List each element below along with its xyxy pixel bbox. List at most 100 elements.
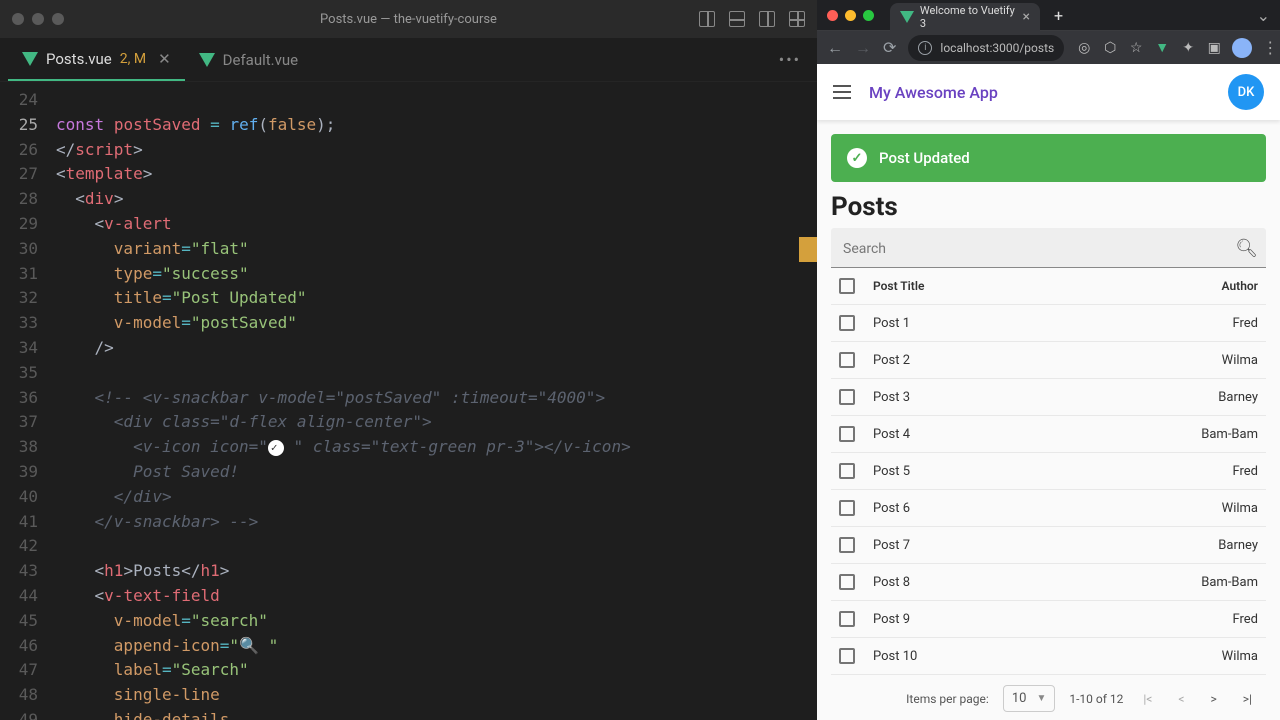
new-tab-button[interactable]: +: [1048, 6, 1069, 25]
row-checkbox[interactable]: [839, 574, 855, 590]
window-close-icon[interactable]: [827, 10, 838, 21]
row-checkbox[interactable]: [839, 315, 855, 331]
row-author: Fred: [1232, 316, 1258, 331]
tab-close-icon[interactable]: ×: [1023, 9, 1030, 25]
address-bar[interactable]: i localhost:3000/posts: [908, 35, 1064, 61]
code-line[interactable]: [56, 361, 817, 386]
row-checkbox[interactable]: [839, 500, 855, 516]
code-line[interactable]: [56, 88, 817, 113]
ext-icon[interactable]: ◎: [1076, 40, 1092, 56]
row-checkbox[interactable]: [839, 648, 855, 664]
code-line[interactable]: <v-text-field: [56, 584, 817, 609]
table-row[interactable]: Post 1Fred: [831, 305, 1266, 342]
code-line[interactable]: <div>: [56, 187, 817, 212]
last-page-button[interactable]: >|: [1237, 692, 1258, 706]
code-line[interactable]: [56, 534, 817, 559]
nav-forward-button[interactable]: →: [855, 38, 871, 58]
search-field[interactable]: Search 🔍︎: [831, 228, 1266, 268]
browser-tab[interactable]: Welcome to Vuetify 3 ×: [890, 3, 1040, 31]
header-title[interactable]: Post Title: [873, 279, 1222, 293]
code-line[interactable]: label="Search": [56, 658, 817, 683]
tab-chevron-icon[interactable]: ⌄: [1257, 6, 1270, 25]
extensions-icon[interactable]: ✦: [1180, 40, 1196, 56]
window-minimize-icon[interactable]: [32, 13, 44, 25]
prev-page-button[interactable]: <: [1172, 692, 1190, 706]
editor-body[interactable]: 2425262728293031323334353637383940414243…: [0, 82, 817, 720]
code-line[interactable]: title="Post Updated": [56, 286, 817, 311]
code-line[interactable]: single-line: [56, 683, 817, 708]
table-row[interactable]: Post 8Bam-Bam: [831, 564, 1266, 601]
vue-devtools-icon[interactable]: ▼: [1154, 40, 1170, 56]
code-line[interactable]: />: [56, 336, 817, 361]
bookmark-icon[interactable]: ☆: [1128, 40, 1144, 56]
code-line[interactable]: </v-snackbar> -->: [56, 510, 817, 535]
code-line[interactable]: append-icon="🔍 ": [56, 634, 817, 659]
row-checkbox[interactable]: [839, 352, 855, 368]
table-row[interactable]: Post 4Bam-Bam: [831, 416, 1266, 453]
layout-bottom-icon[interactable]: [729, 11, 745, 27]
user-avatar[interactable]: DK: [1228, 74, 1264, 110]
window-fullscreen-icon[interactable]: [52, 13, 64, 25]
table-row[interactable]: Post 3Barney: [831, 379, 1266, 416]
code-line[interactable]: <v-icon icon=" " class="text-green pr-3"…: [56, 435, 817, 460]
code-line[interactable]: <v-alert: [56, 212, 817, 237]
line-number: 40: [0, 485, 38, 510]
tab-default-vue[interactable]: Default.vue: [185, 38, 312, 81]
code-line[interactable]: variant="flat": [56, 237, 817, 262]
code-line[interactable]: v-model="postSaved": [56, 311, 817, 336]
row-checkbox[interactable]: [839, 389, 855, 405]
code-area[interactable]: const postSaved = ref(false);</script><t…: [56, 88, 817, 720]
tab-filename: Default.vue: [223, 51, 298, 69]
tab-close-icon[interactable]: ✕: [158, 50, 171, 68]
code-line[interactable]: const postSaved = ref(false);: [56, 113, 817, 138]
layout-grid-icon[interactable]: [789, 11, 805, 27]
table-row[interactable]: Post 7Barney: [831, 527, 1266, 564]
code-line[interactable]: </script>: [56, 138, 817, 163]
chrome-menu-icon[interactable]: ⋮: [1262, 38, 1278, 57]
table-row[interactable]: Post 5Fred: [831, 453, 1266, 490]
code-line[interactable]: <!-- <v-snackbar v-model="postSaved" :ti…: [56, 386, 817, 411]
window-close-icon[interactable]: [12, 13, 24, 25]
nav-back-button[interactable]: ←: [827, 38, 843, 58]
table-row[interactable]: Post 10Wilma: [831, 638, 1266, 675]
row-checkbox[interactable]: [839, 426, 855, 442]
code-line[interactable]: type="success": [56, 262, 817, 287]
nav-reload-button[interactable]: ⟳: [883, 38, 896, 57]
profile-avatar-icon[interactable]: [1232, 38, 1252, 58]
tab-overflow-icon[interactable]: •••: [779, 50, 801, 69]
line-number: 31: [0, 262, 38, 287]
row-checkbox[interactable]: [839, 537, 855, 553]
row-title: Post 9: [873, 612, 1232, 627]
code-line[interactable]: <div class="d-flex align-center">: [56, 410, 817, 435]
first-page-button[interactable]: |<: [1137, 692, 1158, 706]
line-number: 36: [0, 386, 38, 411]
chrome-toolbar: ← → ⟳ i localhost:3000/posts ◎ ⬡ ☆ ▼ ✦ ▣…: [817, 30, 1280, 64]
code-line[interactable]: </div>: [56, 485, 817, 510]
site-info-icon[interactable]: i: [918, 41, 932, 55]
code-line[interactable]: hide-details: [56, 708, 817, 720]
layout-right-icon[interactable]: [759, 11, 775, 27]
window-fullscreen-icon[interactable]: [863, 10, 874, 21]
line-number: 49: [0, 708, 38, 720]
url-text: localhost:3000/posts: [940, 41, 1054, 55]
row-checkbox[interactable]: [839, 463, 855, 479]
table-row[interactable]: Post 9Fred: [831, 601, 1266, 638]
row-checkbox[interactable]: [839, 611, 855, 627]
sidepanel-icon[interactable]: ▣: [1206, 40, 1222, 56]
search-icon[interactable]: 🔍︎: [1235, 238, 1262, 259]
items-per-page-select[interactable]: 10 ▼: [1003, 685, 1056, 712]
code-line[interactable]: v-model="search": [56, 609, 817, 634]
table-row[interactable]: Post 6Wilma: [831, 490, 1266, 527]
select-all-checkbox[interactable]: [839, 278, 855, 294]
hamburger-icon[interactable]: [833, 85, 851, 99]
tab-posts-vue[interactable]: Posts.vue 2, M ✕: [8, 38, 185, 81]
layout-left-icon[interactable]: [699, 11, 715, 27]
code-line[interactable]: <h1>Posts</h1>: [56, 559, 817, 584]
code-line[interactable]: <template>: [56, 162, 817, 187]
window-minimize-icon[interactable]: [845, 10, 856, 21]
code-line[interactable]: Post Saved!: [56, 460, 817, 485]
table-row[interactable]: Post 2Wilma: [831, 342, 1266, 379]
ext-icon[interactable]: ⬡: [1102, 40, 1118, 56]
header-author[interactable]: Author: [1222, 279, 1258, 293]
next-page-button[interactable]: >: [1205, 692, 1223, 706]
